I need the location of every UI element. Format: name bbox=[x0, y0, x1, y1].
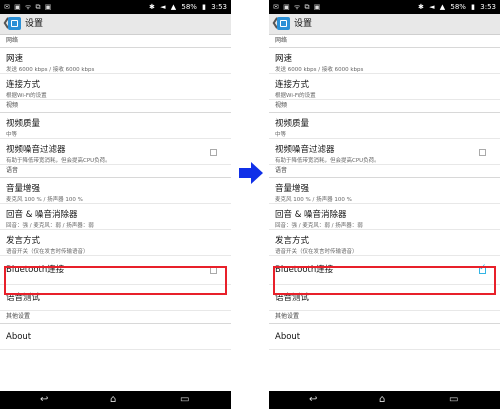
navigation-bar: ↩ ⌂ ▭ bbox=[0, 391, 231, 409]
setting-title: 视频质量 bbox=[6, 119, 41, 129]
home-icon[interactable]: ⌂ bbox=[379, 391, 385, 409]
setting-title: 回音 & 噪音消除器 bbox=[6, 210, 78, 220]
setting-subtitle: 语音开关（仅在发言时传输语音） bbox=[275, 249, 358, 255]
setting-title: 音量增强 bbox=[275, 184, 310, 194]
setting-subtitle: 有助于降低带宽消耗，但会提高CPU负荷。 bbox=[275, 158, 380, 164]
setting-subtitle: 中等 bbox=[275, 132, 287, 138]
phone-screen-after: ✉ ▣ ᯤ ⧉ ▣ ✱ ◄ ▲ 58% ▮ 3:53 ❮ 设置 网络 网速 发送… bbox=[269, 0, 500, 409]
setting-title: 连接方式 bbox=[6, 80, 41, 90]
setting-title: 视频质量 bbox=[275, 119, 310, 129]
battery-percent: 58% bbox=[181, 3, 197, 11]
action-bar: ❮ 设置 bbox=[269, 14, 500, 35]
setting-title: 视频噪音过滤器 bbox=[6, 145, 66, 155]
transition-arrow-icon bbox=[239, 162, 263, 184]
noise-filter-checkbox[interactable] bbox=[479, 149, 486, 156]
setting-title: 发言方式 bbox=[6, 236, 41, 246]
setting-video-quality[interactable]: 视频质量 中等 bbox=[269, 113, 500, 139]
setting-subtitle: 有助于降低带宽消耗，但会提高CPU负荷。 bbox=[6, 158, 111, 164]
status-right: ✱ ◄ ▲ 58% ▮ 3:53 bbox=[146, 0, 227, 14]
setting-title: About bbox=[6, 332, 32, 342]
setting-subtitle: 回音：强 / 麦克风：弱 / 扬声器：弱 bbox=[275, 223, 363, 229]
setting-about[interactable]: About bbox=[0, 324, 231, 350]
setting-subtitle: 语音开关（仅在发言时传输语音） bbox=[6, 249, 89, 255]
setting-connection-mode[interactable]: 连接方式 根据Wi-Fi的设置 bbox=[0, 74, 231, 100]
setting-network-speed[interactable]: 网速 发送 6000 kbps / 接收 6000 kbps bbox=[0, 48, 231, 74]
signal-icon: ▲ bbox=[170, 3, 177, 11]
setting-about[interactable]: About bbox=[269, 324, 500, 350]
setting-subtitle: 麦克风 100 % / 扬声器 100 % bbox=[6, 197, 83, 203]
setting-title: 视频噪音过滤器 bbox=[275, 145, 335, 155]
battery-icon: ▮ bbox=[471, 3, 476, 11]
setting-title: 连接方式 bbox=[275, 80, 310, 90]
setting-volume-boost[interactable]: 音量增强 麦克风 100 % / 扬声器 100 % bbox=[0, 178, 231, 204]
bluetooth-icon: ✱ bbox=[149, 3, 155, 11]
clock: 3:53 bbox=[211, 3, 227, 11]
setting-video-noise-filter[interactable]: 视频噪音过滤器 有助于降低带宽消耗，但会提高CPU负荷。 bbox=[269, 139, 500, 165]
noise-filter-checkbox[interactable] bbox=[210, 149, 217, 156]
setting-title: 发言方式 bbox=[275, 236, 310, 246]
section-header-video: 视频 bbox=[0, 100, 231, 113]
status-bar: ✉ ▣ ᯤ ⧉ ▣ ✱ ◄ ▲ 58% ▮ 3:53 bbox=[269, 0, 500, 14]
section-header-other: 其他设置 bbox=[269, 311, 500, 324]
arrow-shape bbox=[239, 162, 263, 184]
app-icon[interactable] bbox=[277, 17, 290, 30]
setting-subtitle: 回音：强 / 麦克风：弱 / 扬声器：弱 bbox=[6, 223, 94, 229]
setting-connection-mode[interactable]: 连接方式 根据Wi-Fi的设置 bbox=[269, 74, 500, 100]
setting-title: 网速 bbox=[6, 54, 24, 64]
setting-title: 网速 bbox=[275, 54, 293, 64]
setting-network-speed[interactable]: 网速 发送 6000 kbps / 接收 6000 kbps bbox=[269, 48, 500, 74]
back-icon[interactable]: ↩ bbox=[40, 391, 48, 409]
battery-percent: 58% bbox=[450, 3, 466, 11]
setting-volume-boost[interactable]: 音量增强 麦克风 100 % / 扬声器 100 % bbox=[269, 178, 500, 204]
settings-list: 网络 网速 发送 6000 kbps / 接收 6000 kbps 连接方式 根… bbox=[269, 35, 500, 350]
setting-title: About bbox=[275, 332, 301, 342]
section-header-audio: 语音 bbox=[269, 165, 500, 178]
section-header-audio: 语音 bbox=[0, 165, 231, 178]
navigation-bar: ↩ ⌂ ▭ bbox=[269, 391, 500, 409]
setting-subtitle: 麦克风 100 % / 扬声器 100 % bbox=[275, 197, 352, 203]
highlight-box bbox=[273, 266, 496, 295]
bluetooth-icon: ✱ bbox=[418, 3, 424, 11]
setting-video-quality[interactable]: 视频质量 中等 bbox=[0, 113, 231, 139]
page-title: 设置 bbox=[294, 19, 313, 29]
clock: 3:53 bbox=[480, 3, 496, 11]
section-header-other: 其他设置 bbox=[0, 311, 231, 324]
back-icon[interactable]: ↩ bbox=[309, 391, 317, 409]
page-title: 设置 bbox=[25, 19, 44, 29]
notification-icons: ✉ ▣ ᯤ ⧉ ▣ bbox=[4, 3, 53, 11]
status-right: ✱ ◄ ▲ 58% ▮ 3:53 bbox=[415, 0, 496, 14]
highlight-box bbox=[4, 266, 227, 295]
setting-echo-cancel[interactable]: 回音 & 噪音消除器 回音：强 / 麦克风：弱 / 扬声器：弱 bbox=[0, 204, 231, 230]
setting-title: 音量增强 bbox=[6, 184, 41, 194]
phone-screen-before: ✉ ▣ ᯤ ⧉ ▣ ✱ ◄ ▲ 58% ▮ 3:53 ❮ 设置 网络 网速 发送… bbox=[0, 0, 231, 409]
setting-subtitle: 中等 bbox=[6, 132, 18, 138]
signal-icon: ▲ bbox=[439, 3, 446, 11]
setting-subtitle: 发送 6000 kbps / 接收 6000 kbps bbox=[6, 67, 95, 73]
action-bar: ❮ 设置 bbox=[0, 14, 231, 35]
recent-apps-icon[interactable]: ▭ bbox=[449, 391, 458, 409]
settings-list: 网络 网速 发送 6000 kbps / 接收 6000 kbps 连接方式 根… bbox=[0, 35, 231, 350]
setting-subtitle: 根据Wi-Fi的设置 bbox=[275, 93, 316, 99]
status-bar: ✉ ▣ ᯤ ⧉ ▣ ✱ ◄ ▲ 58% ▮ 3:53 bbox=[0, 0, 231, 14]
setting-speak-mode[interactable]: 发言方式 语音开关（仅在发言时传输语音） bbox=[0, 230, 231, 256]
notification-icons: ✉ ▣ ᯤ ⧉ ▣ bbox=[273, 3, 322, 11]
home-icon[interactable]: ⌂ bbox=[110, 391, 116, 409]
setting-speak-mode[interactable]: 发言方式 语音开关（仅在发言时传输语音） bbox=[269, 230, 500, 256]
setting-title: 回音 & 噪音消除器 bbox=[275, 210, 347, 220]
section-header-network: 网络 bbox=[269, 35, 500, 48]
app-icon[interactable] bbox=[8, 17, 21, 30]
setting-subtitle: 发送 6000 kbps / 接收 6000 kbps bbox=[275, 67, 364, 73]
recent-apps-icon[interactable]: ▭ bbox=[180, 391, 189, 409]
nfc-icon: ◄ bbox=[429, 3, 435, 11]
section-header-network: 网络 bbox=[0, 35, 231, 48]
setting-echo-cancel[interactable]: 回音 & 噪音消除器 回音：强 / 麦克风：弱 / 扬声器：弱 bbox=[269, 204, 500, 230]
setting-video-noise-filter[interactable]: 视频噪音过滤器 有助于降低带宽消耗，但会提高CPU负荷。 bbox=[0, 139, 231, 165]
nfc-icon: ◄ bbox=[160, 3, 166, 11]
setting-subtitle: 根据Wi-Fi的设置 bbox=[6, 93, 47, 99]
battery-icon: ▮ bbox=[202, 3, 207, 11]
section-header-video: 视频 bbox=[269, 100, 500, 113]
